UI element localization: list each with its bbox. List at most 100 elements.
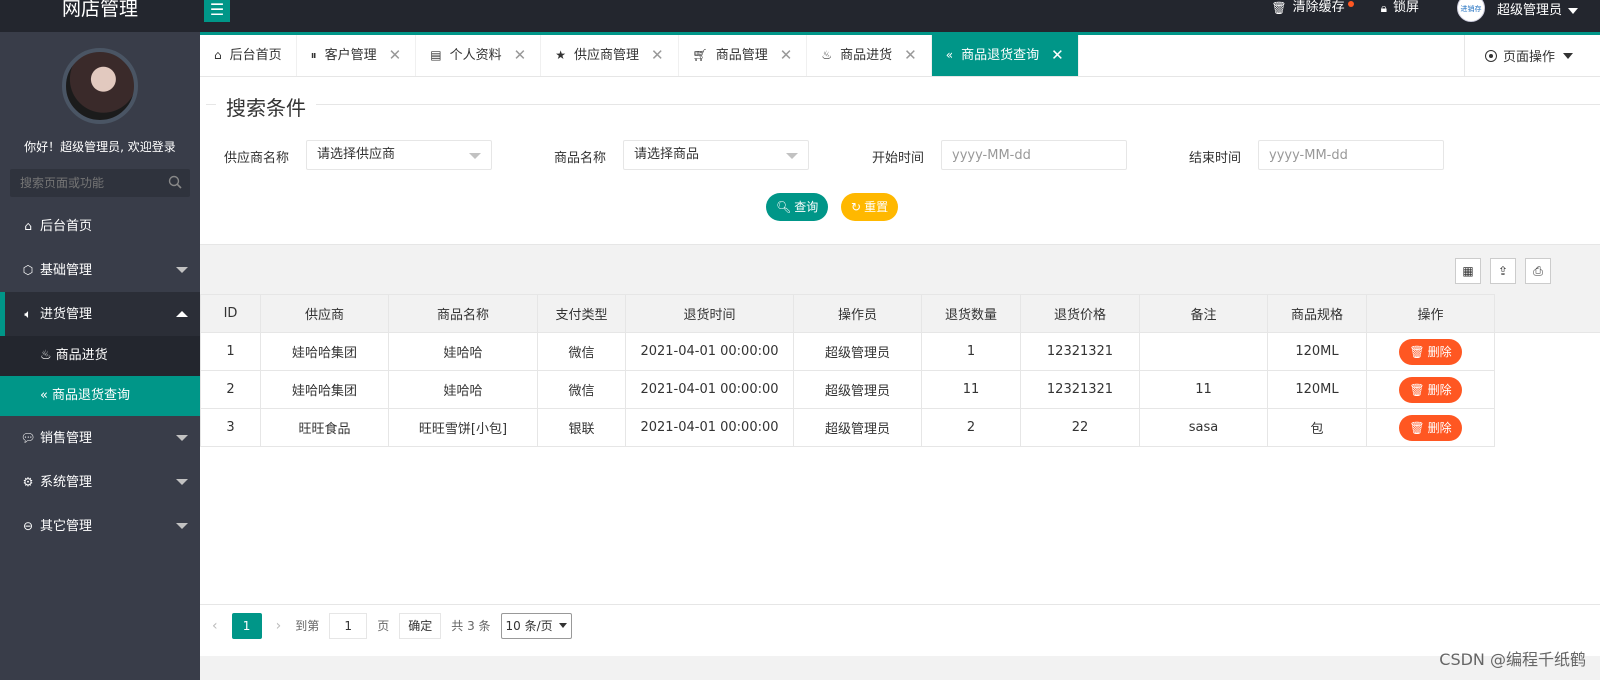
- tab-goods[interactable]: 🛒︎ 商品管理 ✕: [679, 35, 808, 76]
- login-icon: ⊖: [22, 519, 34, 533]
- avatar: 进销存: [1456, 0, 1485, 22]
- app-logo[interactable]: 网店管理: [0, 0, 200, 32]
- table-row: 3 旺旺食品 旺旺雪饼[小包] 银联 2021-04-01 00:00:00 超…: [200, 408, 1495, 447]
- goto-confirm-button[interactable]: 确定: [399, 612, 442, 639]
- supplier-select[interactable]: 请选择供应商: [306, 140, 492, 170]
- goods-select[interactable]: 请选择商品: [623, 140, 809, 170]
- pause-circle-icon: ⏸︎: [310, 48, 317, 62]
- sidebar-subitem-goods-return[interactable]: «商品退货查询: [0, 376, 200, 416]
- col-header[interactable]: 商品规格: [1267, 294, 1367, 333]
- current-page[interactable]: 1: [231, 612, 262, 639]
- cell-pay-type: 微信: [537, 332, 626, 371]
- clear-cache-label: 清除缓存: [1292, 0, 1345, 15]
- page-tabs: ⌂ 后台首页 ⏸︎ 客户管理 ✕ ▤ 个人资料 ✕ ★ 供应商管理 ✕ 🛒︎ 商品管理 ✕ ♨ 商品…: [200, 35, 1600, 77]
- col-header[interactable]: 操作: [1366, 294, 1495, 333]
- speaker-icon: 🔈︎: [24, 307, 32, 321]
- tab-home[interactable]: ⌂ 后台首页: [200, 35, 297, 76]
- sidebar-item-basic[interactable]: ⬡ 基础管理: [0, 248, 200, 292]
- tab-label: 后台首页: [229, 48, 282, 63]
- tab-customer[interactable]: ⏸︎ 客户管理 ✕: [297, 35, 417, 76]
- sidebar-item-purchase[interactable]: 🔈︎ 进货管理: [0, 292, 200, 336]
- lock-screen-button[interactable]: 🔒︎ 锁屏: [1381, 0, 1419, 16]
- search-icon[interactable]: [168, 175, 182, 189]
- chevron-down-icon: [176, 435, 188, 441]
- close-icon[interactable]: ✕: [389, 35, 402, 76]
- page-size-value: 10 条/页: [505, 618, 553, 633]
- col-header[interactable]: 退货数量: [921, 294, 1021, 333]
- trash-icon: 🗑: [1271, 1, 1287, 15]
- delete-button[interactable]: 🗑 删除: [1399, 376, 1462, 403]
- user-menu[interactable]: 进销存 超级管理员: [1456, 0, 1578, 22]
- col-header[interactable]: 商品名称: [388, 294, 538, 333]
- reset-button-label: 重置: [864, 200, 889, 214]
- close-icon[interactable]: ✕: [514, 35, 527, 76]
- columns-filter-button[interactable]: ▦: [1455, 258, 1481, 284]
- end-time-label: 结束时间: [1189, 151, 1242, 166]
- start-time-input[interactable]: [941, 140, 1127, 170]
- chevron-down-icon: [1563, 52, 1574, 59]
- target-icon: [1485, 49, 1497, 62]
- print-button[interactable]: ⎙: [1525, 258, 1551, 284]
- table-row: 2 娃哈哈集团 娃哈哈 微信 2021-04-01 00:00:00 超级管理员…: [200, 370, 1495, 409]
- sidebar-item-sales[interactable]: 💬︎ 销售管理: [0, 416, 200, 460]
- prev-page-icon[interactable]: ‹: [212, 618, 218, 634]
- col-header[interactable]: 备注: [1139, 294, 1268, 333]
- sidebar-item-label: 后台首页: [40, 219, 93, 234]
- query-button[interactable]: 🔍︎ 查询: [766, 193, 829, 221]
- sidebar-item-label: 其它管理: [40, 519, 93, 534]
- close-icon[interactable]: ✕: [904, 35, 917, 76]
- col-header[interactable]: ID: [200, 294, 261, 333]
- delete-button-label: 删除: [1427, 421, 1452, 435]
- chevron-down-icon: [176, 523, 188, 529]
- page-size-select[interactable]: 10 条/页: [500, 612, 572, 639]
- goto-page-input[interactable]: 1: [329, 612, 368, 639]
- cell-operator: 超级管理员: [793, 370, 922, 409]
- sidebar-search-input[interactable]: [10, 169, 160, 197]
- sidebar-item-label: 进货管理: [40, 307, 93, 322]
- menu-toggle-button[interactable]: ☰: [204, 0, 230, 22]
- footer-strip: [200, 656, 1600, 680]
- tab-goods-return[interactable]: « 商品退货查询 ✕: [931, 35, 1079, 76]
- tab-goods-purchase[interactable]: ♨ 商品进货 ✕: [807, 35, 932, 76]
- tab-profile[interactable]: ▤ 个人资料 ✕: [416, 35, 542, 76]
- clear-cache-button[interactable]: 🗑 清除缓存: [1271, 0, 1354, 16]
- close-icon[interactable]: ✕: [651, 35, 664, 76]
- cell-goods: 旺旺雪饼[小包]: [388, 408, 538, 447]
- sidebar-search[interactable]: [10, 169, 190, 197]
- tab-supplier[interactable]: ★ 供应商管理 ✕: [541, 35, 679, 76]
- page-operations-label: 页面操作: [1503, 50, 1556, 65]
- supplier-label: 供应商名称: [224, 151, 290, 166]
- col-header[interactable]: 操作员: [793, 294, 922, 333]
- page-operations-dropdown[interactable]: 页面操作: [1464, 35, 1600, 76]
- close-icon[interactable]: ✕: [1051, 35, 1064, 76]
- fire-icon: ♨: [821, 48, 833, 62]
- profile-avatar[interactable]: [62, 48, 138, 124]
- sidebar-item-home[interactable]: ⌂ 后台首页: [0, 204, 200, 248]
- col-header[interactable]: 支付类型: [537, 294, 626, 333]
- close-icon[interactable]: ✕: [780, 35, 793, 76]
- delete-button[interactable]: 🗑 删除: [1399, 414, 1462, 441]
- returns-table: ID 供应商 商品名称 支付类型 退货时间 操作员 退货数量 退货价格 备注 商…: [200, 294, 1495, 447]
- sidebar: 你好！超级管理员, 欢迎登录 ⌂后台首页 ⬡基础管理 🔈︎进货管理 ♨商品进货 …: [0, 32, 200, 680]
- gear-icon: ⚙: [22, 475, 34, 489]
- supplier-select-value: 请选择供应商: [317, 147, 396, 162]
- export-button[interactable]: ⇪: [1490, 258, 1516, 284]
- col-header[interactable]: 退货时间: [625, 294, 794, 333]
- cell-goods: 娃哈哈: [388, 370, 538, 409]
- end-time-input[interactable]: [1258, 140, 1444, 170]
- cell-actions: 🗑 删除: [1366, 332, 1495, 371]
- next-page-icon[interactable]: ›: [276, 618, 282, 634]
- sidebar-item-other[interactable]: ⊖ 其它管理: [0, 504, 200, 548]
- sidebar-item-system[interactable]: ⚙ 系统管理: [0, 460, 200, 504]
- cell-price: 12321321: [1020, 370, 1140, 409]
- user-name: 超级管理员: [1496, 3, 1562, 18]
- cell-id: 3: [200, 408, 261, 447]
- col-header[interactable]: 供应商: [260, 294, 389, 333]
- tab-label: 商品管理: [715, 48, 768, 63]
- col-header[interactable]: 退货价格: [1020, 294, 1140, 333]
- export-icon: ⇪: [1497, 264, 1509, 278]
- reset-button[interactable]: ↻ 重置: [841, 193, 899, 221]
- cube-icon: ⬡: [22, 263, 34, 277]
- sidebar-subitem-goods-purchase[interactable]: ♨ 商品进货: [0, 336, 200, 376]
- delete-button[interactable]: 🗑 删除: [1399, 338, 1462, 365]
